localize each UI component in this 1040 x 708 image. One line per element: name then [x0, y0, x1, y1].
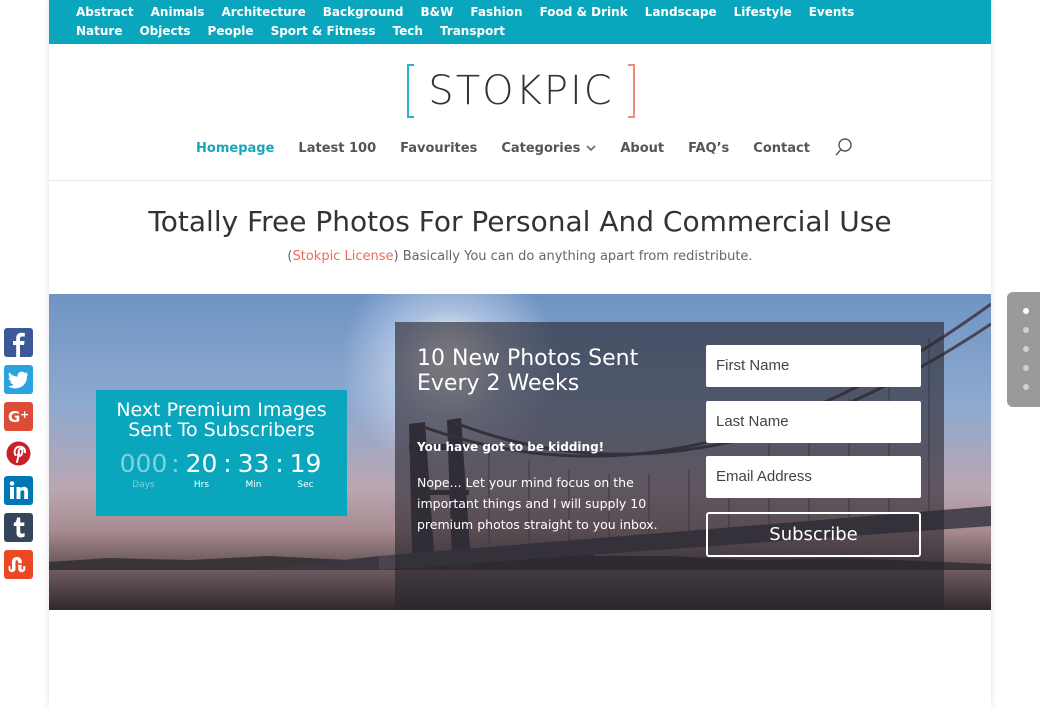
- category-landscape[interactable]: Landscape: [645, 3, 717, 22]
- subscribe-button[interactable]: Subscribe: [706, 512, 921, 557]
- nav-item-contact[interactable]: Contact: [753, 141, 810, 156]
- license-note: (Stokpic License) Basically You can do a…: [49, 249, 991, 264]
- linkedin-icon[interactable]: [4, 476, 33, 505]
- countdown-minutes: 33 Min: [234, 449, 274, 491]
- category-people[interactable]: People: [208, 22, 254, 41]
- chevron-down-icon: [586, 142, 596, 155]
- category-animals[interactable]: Animals: [151, 3, 205, 22]
- slider-dot[interactable]: [1023, 384, 1029, 390]
- slider-dot[interactable]: [1023, 346, 1029, 352]
- category-sport-fitness[interactable]: Sport & Fitness: [271, 22, 376, 41]
- slider-dots: [1007, 292, 1040, 407]
- email-field[interactable]: Email Address: [706, 456, 921, 498]
- category-nature[interactable]: Nature: [76, 22, 122, 41]
- nav-item-faqs[interactable]: FAQ’s: [688, 141, 729, 156]
- slider-dot[interactable]: [1023, 365, 1029, 371]
- countdown-seconds: 19 Sec: [286, 449, 326, 491]
- nav-item-homepage[interactable]: Homepage: [196, 141, 274, 156]
- countdown-seconds-value: 19: [289, 449, 322, 478]
- nav-item-about[interactable]: About: [620, 141, 664, 156]
- google-plus-icon[interactable]: G +: [4, 402, 33, 431]
- category-list: Abstract Animals Architecture Background…: [76, 3, 916, 41]
- subscribe-kidding: You have got to be kidding!: [417, 440, 605, 454]
- countdown-days-value: 000: [119, 449, 168, 478]
- subscribe-panel: 10 New Photos Sent Every 2 Weeks You hav…: [395, 322, 944, 610]
- category-abstract[interactable]: Abstract: [76, 3, 134, 22]
- logo-text: STOKPIC: [428, 68, 614, 114]
- slider-dot[interactable]: [1023, 327, 1029, 333]
- nav-divider: [49, 180, 991, 181]
- countdown-minutes-value: 33: [237, 449, 270, 478]
- countdown-hours: 20 Hrs: [182, 449, 222, 491]
- nav-item-latest-100[interactable]: Latest 100: [298, 141, 376, 156]
- nav-item-favourites[interactable]: Favourites: [400, 141, 477, 156]
- search-icon[interactable]: [834, 137, 856, 159]
- category-background[interactable]: Background: [323, 3, 404, 22]
- slider-dot[interactable]: [1023, 308, 1029, 314]
- countdown-title: Next Premium Images Sent To Subscribers: [116, 399, 327, 441]
- countdown-days: 000 Days: [118, 449, 170, 491]
- countdown-separator: :: [223, 449, 232, 478]
- stumbleupon-icon[interactable]: [4, 550, 33, 579]
- countdown-hours-value: 20: [185, 449, 218, 478]
- category-architecture[interactable]: Architecture: [221, 3, 305, 22]
- facebook-icon[interactable]: [4, 328, 33, 357]
- countdown-seconds-label: Sec: [297, 480, 314, 490]
- main-nav: Homepage Latest 100 Favourites Categorie…: [49, 137, 991, 159]
- countdown-days-label: Days: [132, 480, 155, 490]
- category-bar: Abstract Animals Architecture Background…: [49, 0, 991, 44]
- category-objects[interactable]: Objects: [139, 22, 190, 41]
- last-name-field[interactable]: Last Name: [706, 401, 921, 443]
- page-title: Totally Free Photos For Personal And Com…: [148, 205, 892, 238]
- nav-item-categories[interactable]: Categories: [501, 141, 596, 156]
- pinterest-icon[interactable]: [4, 439, 33, 468]
- countdown-timer: 000 Days : 20 Hrs : 33 Min : 19 Sec: [96, 449, 347, 491]
- category-transport[interactable]: Transport: [440, 22, 505, 41]
- subscribe-description: Nope... Let your mind focus on the impor…: [417, 475, 658, 532]
- license-link[interactable]: Stokpic License: [292, 249, 393, 264]
- category-food-drink[interactable]: Food & Drink: [540, 3, 628, 22]
- category-fashion[interactable]: Fashion: [470, 3, 522, 22]
- page-container: Abstract Animals Architecture Background…: [49, 0, 991, 708]
- hero-banner: Next Premium Images Sent To Subscribers …: [49, 294, 991, 610]
- license-note-text: ) Basically You can do anything apart fr…: [393, 249, 753, 264]
- countdown-minutes-label: Min: [245, 480, 262, 490]
- svg-text:+: +: [20, 408, 29, 421]
- countdown-separator: :: [275, 449, 284, 478]
- category-lifestyle[interactable]: Lifestyle: [734, 3, 792, 22]
- countdown-hours-label: Hrs: [193, 480, 210, 490]
- twitter-icon[interactable]: [4, 365, 33, 394]
- category-events[interactable]: Events: [809, 3, 855, 22]
- countdown-box: Next Premium Images Sent To Subscribers …: [96, 390, 347, 516]
- subscribe-title: 10 New Photos Sent Every 2 Weeks: [417, 346, 639, 396]
- svg-text:G: G: [8, 408, 20, 426]
- first-name-field[interactable]: First Name: [706, 345, 921, 387]
- site-logo[interactable]: STOKPIC: [407, 64, 635, 118]
- countdown-separator: :: [171, 449, 180, 478]
- category-bw[interactable]: B&W: [421, 3, 454, 22]
- nav-item-categories-label: Categories: [501, 140, 581, 156]
- tumblr-icon[interactable]: [4, 513, 33, 542]
- category-tech[interactable]: Tech: [393, 22, 423, 41]
- social-share-bar: G +: [4, 328, 33, 587]
